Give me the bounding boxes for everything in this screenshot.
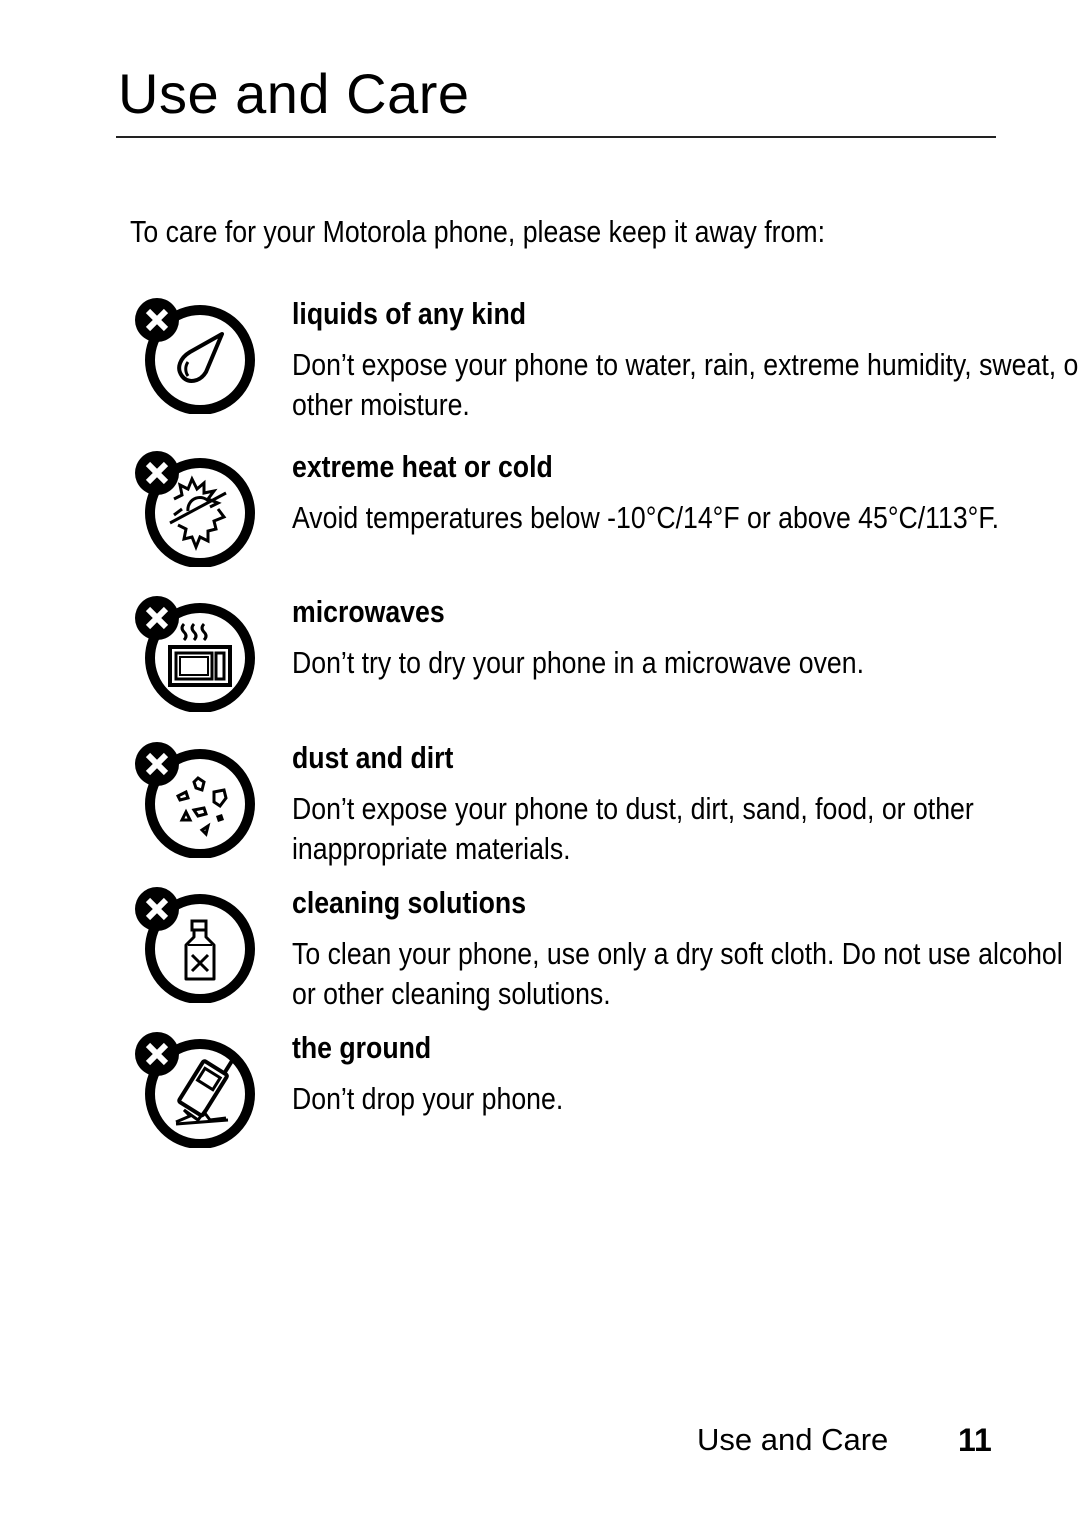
page-title: Use and Care — [118, 62, 470, 125]
item-heading: microwaves — [292, 594, 445, 629]
intro-text: To care for your Motorola phone, please … — [130, 214, 826, 249]
item-description: Don’t drop your phone. — [292, 1081, 564, 1116]
no-dropping-icon — [135, 1032, 255, 1148]
item-heading: cleaning solutions — [292, 885, 527, 920]
no-extreme-temperature-icon — [135, 451, 255, 567]
item-description: Avoid temperatures below -10°C/14°F or a… — [292, 500, 1000, 535]
footer-section-label: Use and Care — [697, 1422, 889, 1457]
item-description: Don’t expose your phone to water, rain, … — [292, 347, 1080, 422]
item-heading: liquids of any kind — [292, 296, 527, 331]
item-heading: the ground — [292, 1030, 432, 1065]
no-liquids-icon — [135, 298, 255, 414]
item-heading: dust and dirt — [292, 740, 454, 775]
no-dust-icon — [135, 742, 255, 858]
no-microwave-icon — [135, 596, 255, 712]
item-heading: extreme heat or cold — [292, 449, 553, 484]
page-number: 11 — [958, 1422, 992, 1458]
item-description: To clean your phone, use only a dry soft… — [292, 936, 1063, 1011]
no-cleaning-solutions-icon — [135, 887, 255, 1003]
item-description: Don’t try to dry your phone in a microwa… — [292, 645, 864, 680]
item-description: Don’t expose your phone to dust, dirt, s… — [292, 791, 974, 866]
title-divider — [116, 136, 996, 138]
